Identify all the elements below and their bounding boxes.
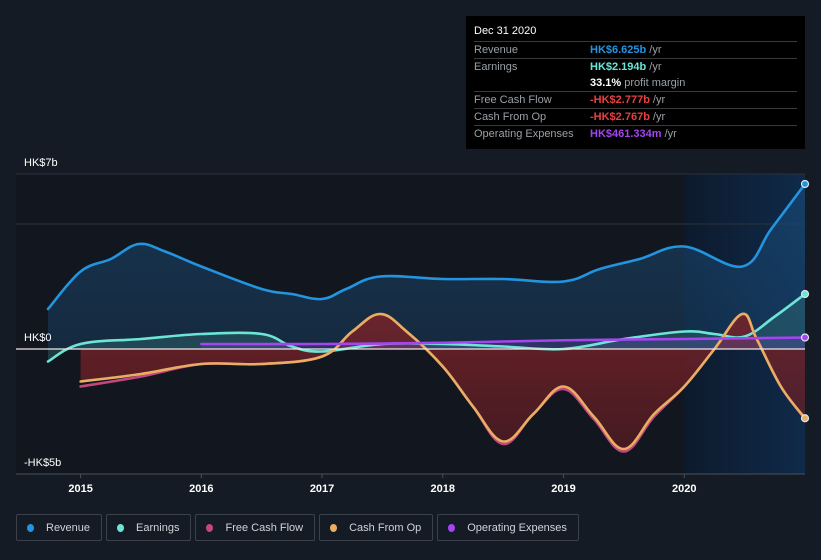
free-cash-flow-dot-icon bbox=[206, 523, 214, 532]
tooltip-value: HK$2.194b bbox=[590, 61, 647, 73]
legend-item-free-cash-flow[interactable]: Free Cash Flow bbox=[195, 514, 316, 541]
legend-item-operating-expenses[interactable]: Operating Expenses bbox=[437, 514, 579, 541]
revenue-dot-icon bbox=[27, 523, 34, 532]
x-axis-label: 2017 bbox=[310, 483, 334, 495]
legend-item-cash-from-op[interactable]: Cash From Op bbox=[319, 514, 434, 541]
y-axis-label: HK$0 bbox=[24, 332, 52, 344]
tooltip-date: Dec 31 2020 bbox=[474, 23, 797, 42]
tooltip-row-earnings: Earnings HK$2.194b /yr bbox=[474, 59, 797, 75]
tooltip-panel: Dec 31 2020 Revenue HK$6.625b /yr Earnin… bbox=[466, 16, 805, 149]
tooltip-value: -HK$2.777b bbox=[590, 94, 650, 106]
x-axis-label: 2019 bbox=[551, 483, 575, 495]
earnings-dot-icon bbox=[117, 523, 125, 532]
tooltip-unit: profit margin bbox=[624, 77, 686, 89]
legend-label: Free Cash Flow bbox=[225, 521, 304, 534]
legend-label: Revenue bbox=[46, 521, 91, 534]
legend: Revenue Earnings Free Cash Flow Cash Fro… bbox=[16, 514, 579, 541]
x-axis-label: 2018 bbox=[431, 483, 455, 495]
tooltip-value: HK$461.334m bbox=[590, 128, 662, 140]
cash-from-op-dot-icon bbox=[330, 523, 338, 532]
x-axis-label: 2016 bbox=[189, 483, 213, 495]
y-axis-label: -HK$5b bbox=[24, 457, 61, 469]
tooltip-value: 33.1% bbox=[590, 77, 622, 89]
y-axis-label: HK$7b bbox=[24, 157, 58, 169]
legend-label: Earnings bbox=[136, 521, 180, 534]
tooltip-row-free-cash-flow: Free Cash Flow -HK$2.777b /yr bbox=[474, 92, 797, 109]
tooltip-unit: /yr bbox=[649, 61, 662, 73]
tooltip-row-operating-expenses: Operating Expenses HK$461.334m /yr bbox=[474, 126, 797, 142]
x-axis-label: 2015 bbox=[68, 483, 92, 495]
tooltip-value: HK$6.625b bbox=[590, 44, 647, 56]
endpoint-earnings bbox=[800, 289, 810, 299]
tooltip-row-revenue: Revenue HK$6.625b /yr bbox=[474, 42, 797, 59]
tooltip-row-profit-margin: 33.1% profit margin bbox=[474, 75, 797, 92]
tooltip-label: Operating Expenses bbox=[474, 128, 574, 140]
tooltip-label: Revenue bbox=[474, 44, 519, 56]
tooltip-unit: /yr bbox=[664, 128, 677, 140]
endpoint-cash-from-op bbox=[800, 414, 810, 423]
operating-expenses-dot-icon bbox=[448, 523, 456, 532]
legend-label: Operating Expenses bbox=[467, 521, 567, 534]
tooltip-label: Cash From Op bbox=[474, 111, 547, 123]
legend-item-earnings[interactable]: Earnings bbox=[106, 514, 192, 541]
endpoint-revenue bbox=[800, 179, 810, 189]
tooltip-label: Earnings bbox=[474, 61, 518, 73]
tooltip-label: Free Cash Flow bbox=[474, 94, 552, 106]
endpoint-operating-expenses bbox=[800, 333, 810, 342]
tooltip-unit: /yr bbox=[649, 44, 662, 56]
tooltip-unit: /yr bbox=[652, 94, 666, 106]
tooltip-unit: /yr bbox=[652, 111, 666, 123]
tooltip-label bbox=[474, 75, 590, 91]
tooltip-value: -HK$2.767b bbox=[590, 111, 650, 123]
legend-label: Cash From Op bbox=[349, 521, 422, 534]
tooltip-row-cash-from-op: Cash From Op -HK$2.767b /yr bbox=[474, 109, 797, 126]
legend-item-revenue[interactable]: Revenue bbox=[16, 514, 103, 541]
x-axis-label: 2020 bbox=[672, 483, 696, 495]
